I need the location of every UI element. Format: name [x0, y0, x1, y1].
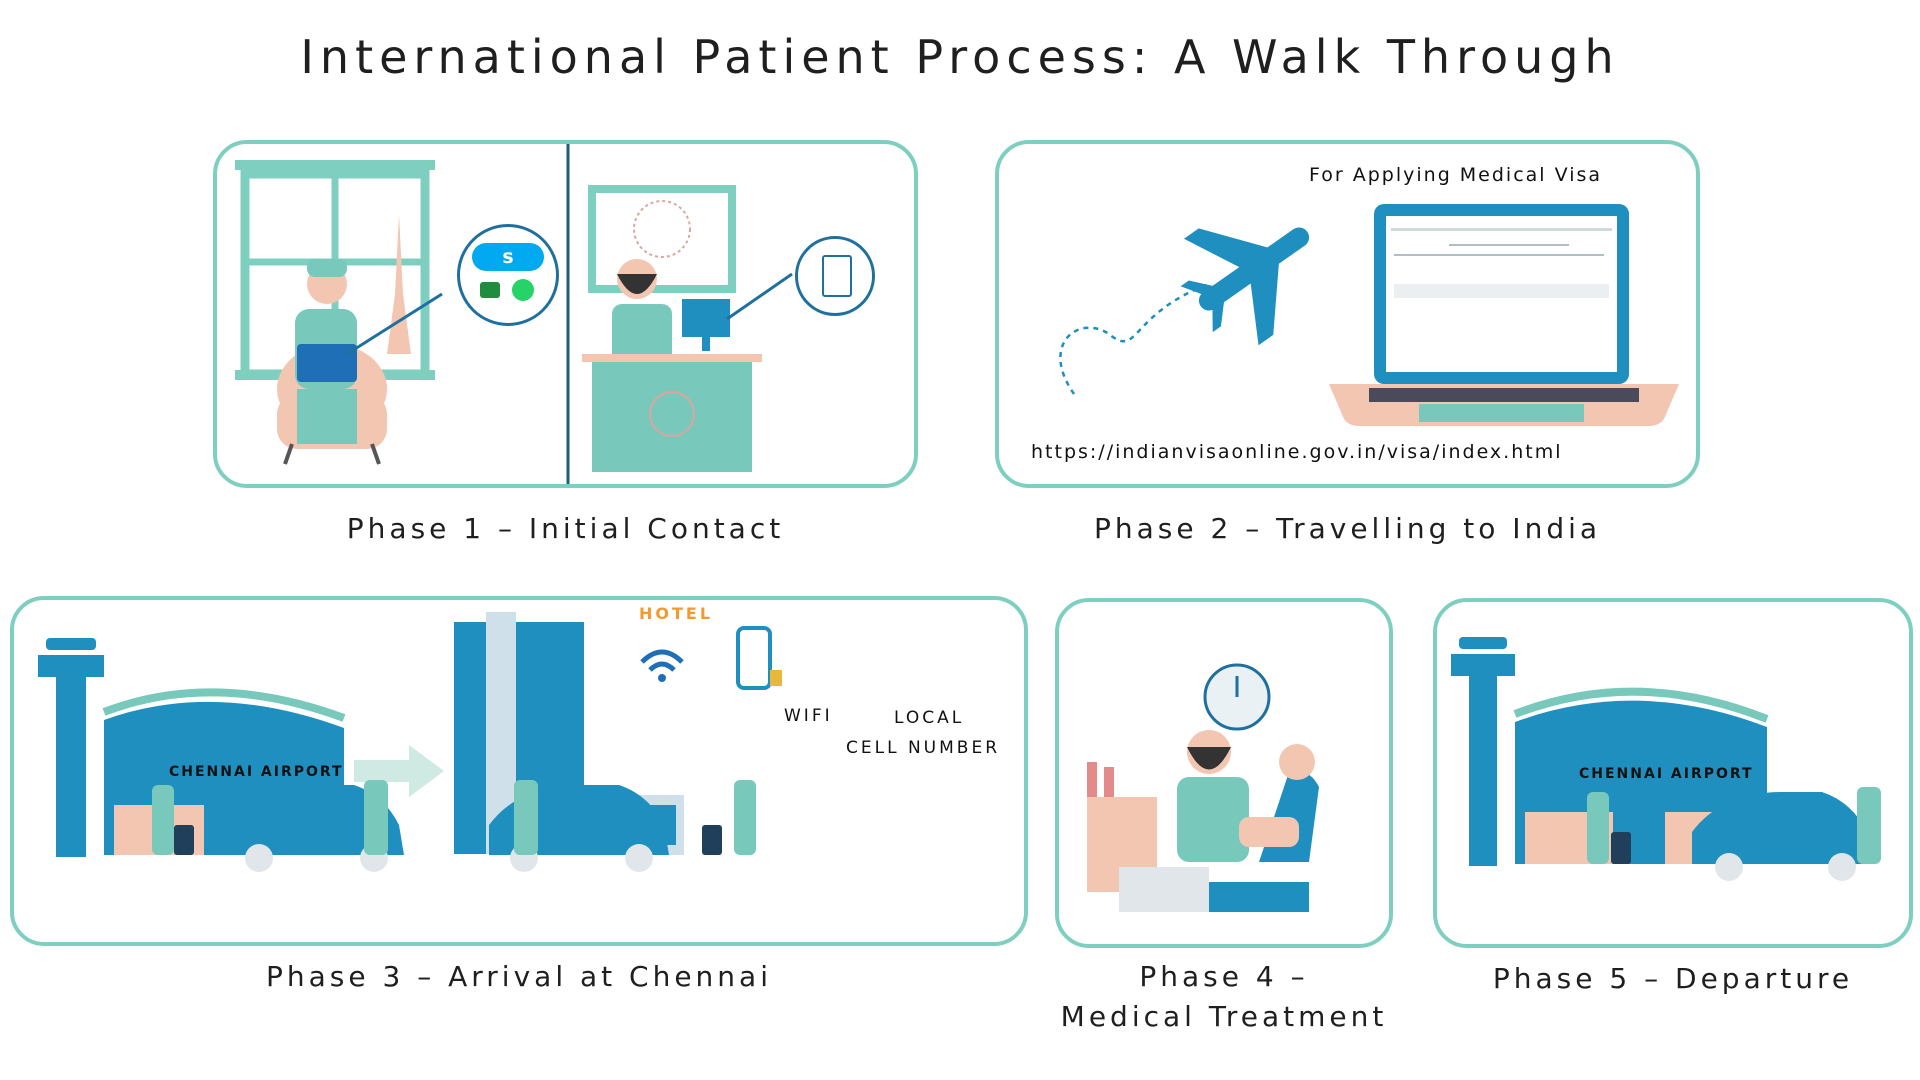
phase-4-caption-line1: Phase 4 – — [1139, 960, 1309, 993]
phase-1-panel: s — [213, 140, 918, 488]
clipboard-bubble — [795, 236, 875, 316]
wifi-icon — [640, 649, 684, 672]
phase-2-panel: For Applying Medical Visa https://indian… — [995, 140, 1700, 488]
whatsapp-icon — [512, 279, 534, 301]
phase-4-illustration — [1087, 663, 1319, 912]
phase-1-illustration — [235, 144, 793, 484]
clipboard-icon — [822, 255, 852, 297]
page-title: International Patient Process: A Walk Th… — [300, 30, 1620, 84]
phase-3-illustration — [38, 612, 782, 872]
phase-5-caption: Phase 5 – Departure — [1492, 962, 1854, 995]
google-meet-icon — [480, 282, 500, 298]
visa-url: https://indianvisaonline.gov.in/visa/ind… — [1031, 441, 1563, 463]
phase-5-airport-sign: CHENNAI AIRPORT — [1579, 766, 1754, 782]
smartphone-icon — [736, 626, 772, 690]
airplane-icon — [1180, 227, 1310, 346]
phase-3-panel: CHENNAI AIRPORT HOTEL WIFI LOCAL CELL NU… — [10, 596, 1028, 946]
phase-3-airport-sign: CHENNAI AIRPORT — [169, 764, 344, 780]
chat-apps-bubble: s — [457, 224, 559, 326]
visa-heading: For Applying Medical Visa — [1309, 164, 1603, 186]
laptop-icon — [1329, 204, 1679, 426]
wifi-label: WIFI — [784, 706, 833, 726]
hotel-sign: HOTEL — [639, 604, 714, 623]
phase-4-caption-line2: Medical Treatment — [1060, 1000, 1388, 1033]
clock-icon — [1203, 663, 1271, 731]
phase-5-panel: CHENNAI AIRPORT — [1433, 598, 1913, 948]
cell-label-line1: LOCAL — [894, 708, 965, 728]
phase-1-caption: Phase 1 – Initial Contact — [346, 512, 785, 545]
cell-label-line2: CELL NUMBER — [846, 738, 1001, 758]
phase-3-caption: Phase 3 – Arrival at Chennai — [266, 960, 772, 993]
phase-2-illustration — [1059, 204, 1679, 426]
phase-2-caption: Phase 2 – Travelling to India — [1093, 512, 1602, 545]
skype-icon: s — [472, 243, 544, 271]
phase-4-panel — [1055, 598, 1393, 948]
